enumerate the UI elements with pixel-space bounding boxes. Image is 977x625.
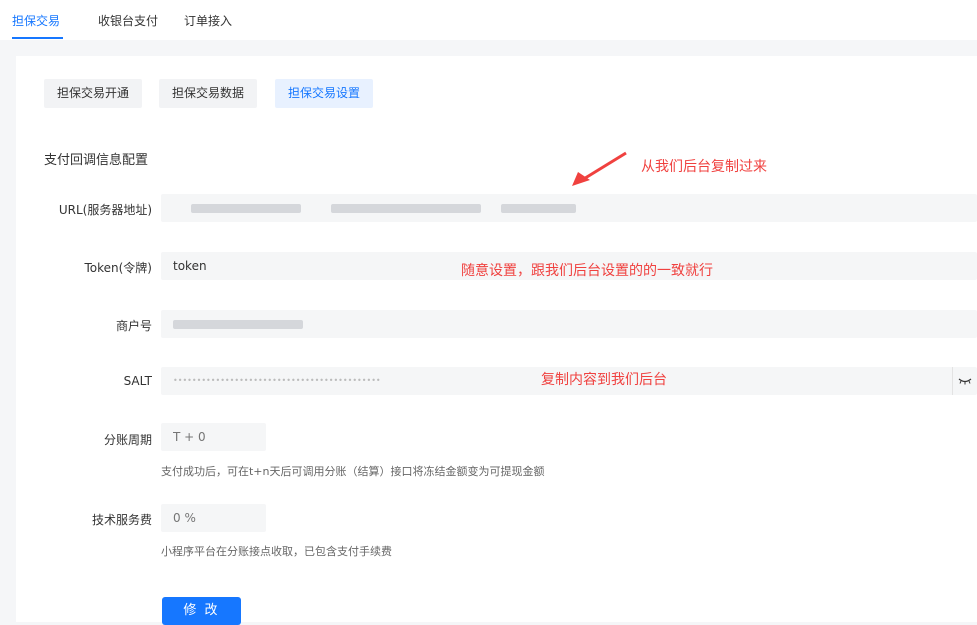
- settlement-cycle-input[interactable]: [161, 423, 266, 451]
- salt-label: SALT: [123, 374, 152, 388]
- redacted-url-part: [331, 204, 481, 213]
- service-fee-label: 技术服务费: [91, 513, 152, 527]
- subtab-escrow-settings[interactable]: 担保交易设置: [275, 79, 374, 108]
- eye-closed-icon[interactable]: [952, 367, 977, 395]
- tab-cashier-payment[interactable]: 收银台支付: [98, 12, 158, 29]
- annotation-token-note: 随意设置，跟我们后台设置的的一致就行: [461, 263, 713, 279]
- active-tab-indicator: [12, 37, 63, 39]
- service-fee-hint: 小程序平台在分账接点收取，已包含支付手续费: [161, 545, 392, 558]
- subtab-escrow-enable[interactable]: 担保交易开通: [44, 79, 143, 108]
- annotation-arrow-icon: [572, 151, 627, 186]
- settlement-cycle-label: 分账周期: [103, 433, 152, 447]
- tab-order-access[interactable]: 订单接入: [184, 12, 232, 29]
- salt-value: ••••••••••••••••••••••••••••••••••••••••…: [173, 376, 381, 385]
- merchant-id-label: 商户号: [115, 319, 152, 333]
- redacted-merchant-id: [173, 320, 303, 329]
- token-label: Token(令牌): [84, 261, 152, 275]
- redacted-url-part: [501, 204, 576, 213]
- merchant-id-input[interactable]: [161, 310, 977, 338]
- redacted-url-part: [191, 204, 301, 213]
- section-title: 支付回调信息配置: [44, 153, 149, 168]
- settlement-cycle-hint: 支付成功后，可在t+n天后可调用分账（结算）接口将冻结金额变为可提现金额: [161, 465, 545, 478]
- annotation-url-note: 从我们后台复制过来: [641, 159, 767, 175]
- modify-button[interactable]: 修 改: [162, 597, 241, 625]
- url-label: URL(服务器地址): [58, 203, 152, 217]
- settings-panel: 担保交易开通 担保交易数据 担保交易设置 支付回调信息配置 URL(服务器地址)…: [16, 56, 977, 625]
- subtab-escrow-data[interactable]: 担保交易数据: [159, 79, 258, 108]
- service-fee-input[interactable]: [161, 504, 266, 532]
- annotation-salt-note: 复制内容到我们后台: [541, 372, 667, 388]
- top-nav: 担保交易 收银台支付 订单接入: [0, 0, 977, 40]
- tab-escrow-trade[interactable]: 担保交易: [12, 12, 60, 29]
- url-input[interactable]: [161, 194, 977, 222]
